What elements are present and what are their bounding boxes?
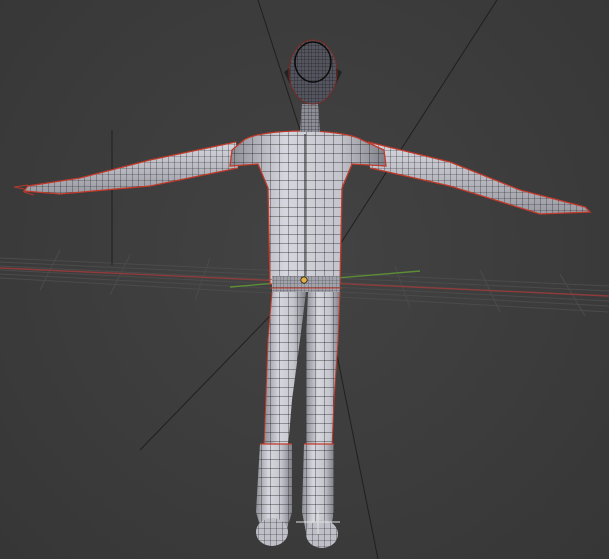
right-leg[interactable] [306, 291, 341, 449]
left-arm[interactable] [13, 141, 239, 196]
right-arm[interactable] [367, 141, 592, 215]
viewport-canvas[interactable] [0, 0, 609, 559]
torso[interactable] [229, 130, 387, 285]
head[interactable] [284, 39, 342, 105]
3d-viewport[interactable] [0, 0, 609, 559]
right-boot[interactable] [302, 443, 338, 548]
character-mesh[interactable] [13, 39, 592, 548]
neck [300, 104, 320, 132]
left-boot[interactable] [256, 443, 292, 546]
left-leg[interactable] [263, 291, 306, 449]
object-origin-marker[interactable] [300, 276, 308, 284]
